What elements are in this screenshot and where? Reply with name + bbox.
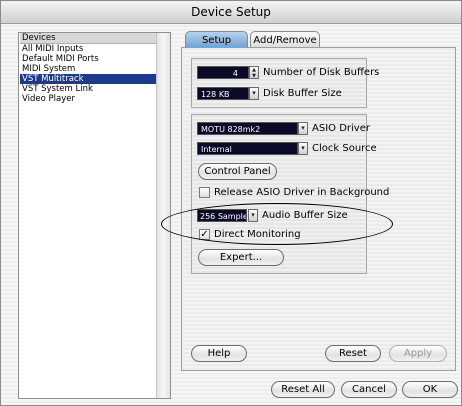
disk-buffer-size-label: Disk Buffer Size xyxy=(263,88,342,99)
expert-button[interactable]: Expert... xyxy=(198,249,284,266)
clock-source-dropdown-icon[interactable]: ▾ xyxy=(298,142,308,155)
reset-button[interactable]: Reset xyxy=(325,345,381,362)
device-item-default-midi-ports[interactable]: Default MIDI Ports xyxy=(20,54,156,64)
apply-button[interactable]: Apply xyxy=(389,345,447,362)
clock-source-field[interactable]: Internal xyxy=(197,142,298,155)
disk-buffers-stepper[interactable]: ▲ ▼ xyxy=(249,66,259,79)
window-title: Device Setup xyxy=(1,1,461,24)
clock-source-label: Clock Source xyxy=(312,143,377,154)
disk-buffer-size-field[interactable]: 128 KB xyxy=(197,87,249,100)
reset-all-button[interactable]: Reset All xyxy=(271,381,335,398)
tab-setup[interactable]: Setup xyxy=(185,31,248,48)
ok-button[interactable]: OK xyxy=(402,381,458,398)
disk-buffers-field[interactable]: 4 xyxy=(197,66,249,79)
release-driver-label: Release ASIO Driver in Background xyxy=(214,187,390,198)
cancel-button[interactable]: Cancel xyxy=(341,381,397,398)
device-item-midi-system[interactable]: MIDI System xyxy=(20,64,156,74)
asio-driver-dropdown-icon[interactable]: ▾ xyxy=(298,122,308,135)
highlight-ellipse xyxy=(161,203,393,245)
device-list[interactable]: Devices All MIDI Inputs Default MIDI Por… xyxy=(18,32,171,399)
asio-driver-field[interactable]: MOTU 828mk2 xyxy=(197,122,298,135)
disk-buffers-label: Number of Disk Buffers xyxy=(263,67,380,78)
tab-add-remove[interactable]: Add/Remove xyxy=(250,31,320,48)
help-button[interactable]: Help xyxy=(191,345,247,362)
device-item-video-player[interactable]: Video Player xyxy=(20,94,156,104)
control-panel-button[interactable]: Control Panel xyxy=(198,163,277,180)
device-item-vst-multitrack[interactable]: VST Multitrack xyxy=(20,74,156,84)
device-item-vst-system-link[interactable]: VST System Link xyxy=(20,84,156,94)
disk-buffer-size-dropdown-icon[interactable]: ▾ xyxy=(249,87,259,100)
asio-driver-label: ASIO Driver xyxy=(312,123,370,134)
device-setup-window: Device Setup Devices All MIDI Inputs Def… xyxy=(0,0,462,406)
device-item-all-midi-inputs[interactable]: All MIDI Inputs xyxy=(20,44,156,54)
device-list-header: Devices xyxy=(20,33,156,44)
release-driver-checkbox[interactable] xyxy=(199,187,210,198)
